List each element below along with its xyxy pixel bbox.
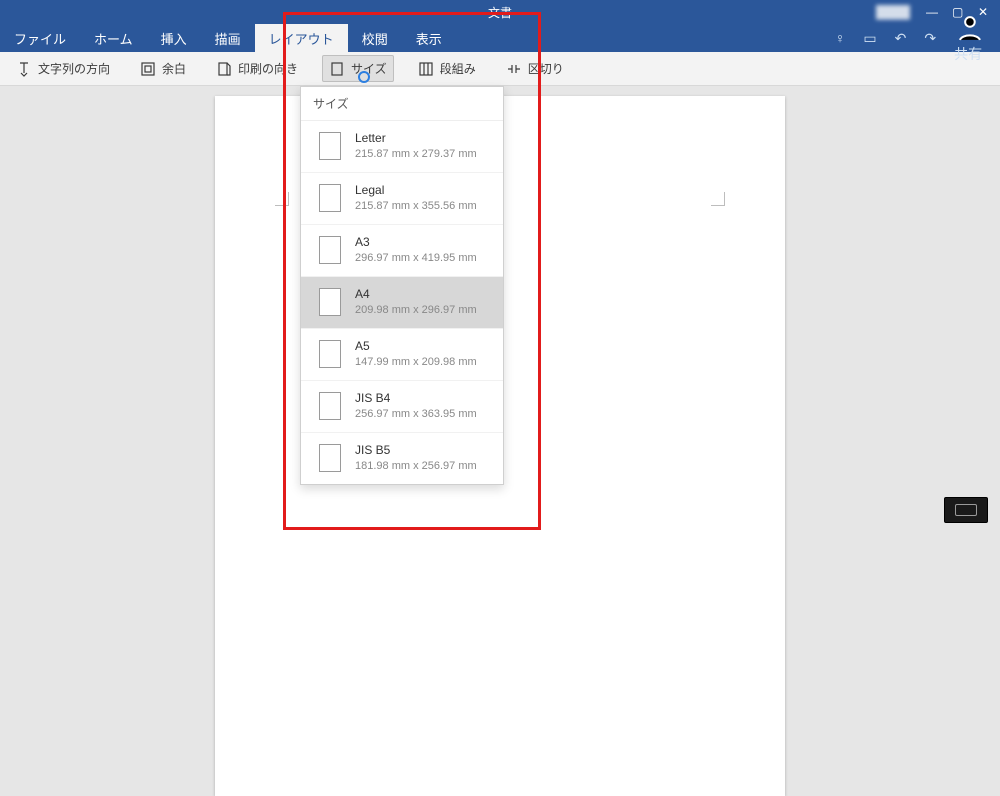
size-option-legal[interactable]: Legal 215.87 mm x 355.56 mm [301, 173, 503, 225]
page-thumb-icon [319, 132, 341, 160]
size-option-name: A3 [355, 235, 477, 249]
margins-icon [140, 61, 156, 77]
size-dropdown-header: サイズ [301, 87, 503, 121]
tab-insert[interactable]: 挿入 [147, 24, 201, 52]
size-option-dims: 215.87 mm x 279.37 mm [355, 148, 477, 160]
breaks-label: 区切り [528, 60, 564, 77]
size-option-a5[interactable]: A5 147.99 mm x 209.98 mm [301, 329, 503, 381]
breaks-button[interactable]: 区切り [500, 56, 570, 81]
orientation-icon [216, 61, 232, 77]
cursor-indicator-icon [358, 71, 370, 83]
menubar: ファイル ホーム 挿入 描画 レイアウト 校閲 表示 ♀ ▭ ↶ ↷ 共有 [0, 24, 1000, 52]
size-option-name: Legal [355, 183, 477, 197]
text-direction-icon [16, 61, 32, 77]
size-option-dims: 147.99 mm x 209.98 mm [355, 356, 477, 368]
reader-icon[interactable]: ▭ [863, 30, 876, 47]
size-option-a3[interactable]: A3 296.97 mm x 419.95 mm [301, 225, 503, 277]
size-option-name: JIS B4 [355, 391, 477, 405]
tab-file[interactable]: ファイル [0, 24, 80, 52]
size-icon [329, 61, 345, 77]
undo-button[interactable]: ↶ [895, 30, 907, 47]
page-thumb-icon [319, 184, 341, 212]
margins-button[interactable]: 余白 [134, 56, 192, 81]
tab-view[interactable]: 表示 [402, 24, 456, 52]
margins-label: 余白 [162, 60, 186, 77]
columns-icon [418, 61, 434, 77]
size-option-name: Letter [355, 131, 477, 145]
size-option-name: A4 [355, 287, 477, 301]
margin-mark-top-right [711, 192, 725, 206]
orientation-button[interactable]: 印刷の向き [210, 56, 304, 81]
tab-home[interactable]: ホーム [80, 24, 147, 52]
share-button[interactable]: 共有 [954, 12, 986, 65]
size-option-dims: 209.98 mm x 296.97 mm [355, 304, 477, 316]
page-thumb-icon [319, 340, 341, 368]
redo-button[interactable]: ↷ [924, 30, 936, 47]
orientation-label: 印刷の向き [238, 60, 298, 77]
size-option-dims: 256.97 mm x 363.95 mm [355, 408, 477, 420]
doc-title: 文書 [488, 4, 512, 21]
margin-mark-top-left [275, 192, 289, 206]
size-option-dims: 181.98 mm x 256.97 mm [355, 460, 477, 472]
page-thumb-icon [319, 392, 341, 420]
size-option-name: JIS B5 [355, 443, 477, 457]
tab-draw[interactable]: 描画 [201, 24, 255, 52]
tab-layout[interactable]: レイアウト [255, 24, 348, 52]
size-option-a4[interactable]: A4 209.98 mm x 296.97 mm [301, 277, 503, 329]
page-thumb-icon [319, 236, 341, 264]
size-option-jis-b4[interactable]: JIS B4 256.97 mm x 363.95 mm [301, 381, 503, 433]
size-option-name: A5 [355, 339, 477, 353]
size-option-letter[interactable]: Letter 215.87 mm x 279.37 mm [301, 121, 503, 173]
size-option-jis-b5[interactable]: JIS B5 181.98 mm x 256.97 mm [301, 433, 503, 484]
size-option-dims: 215.87 mm x 355.56 mm [355, 200, 477, 212]
page-thumb-icon [319, 444, 341, 472]
tell-me-icon[interactable]: ♀ [835, 30, 846, 46]
text-direction-label: 文字列の方向 [38, 60, 110, 77]
page-thumb-icon [319, 288, 341, 316]
tab-review[interactable]: 校閲 [348, 24, 402, 52]
ime-keyboard-button[interactable] [944, 497, 988, 523]
columns-button[interactable]: 段組み [412, 56, 482, 81]
breaks-icon [506, 61, 522, 77]
size-option-dims: 296.97 mm x 419.95 mm [355, 252, 477, 264]
keyboard-icon [955, 504, 977, 516]
columns-label: 段組み [440, 60, 476, 77]
text-direction-button[interactable]: 文字列の方向 [10, 56, 116, 81]
size-dropdown: サイズ Letter 215.87 mm x 279.37 mm Legal 2… [300, 86, 504, 485]
user-name[interactable]: ████ [876, 5, 910, 19]
